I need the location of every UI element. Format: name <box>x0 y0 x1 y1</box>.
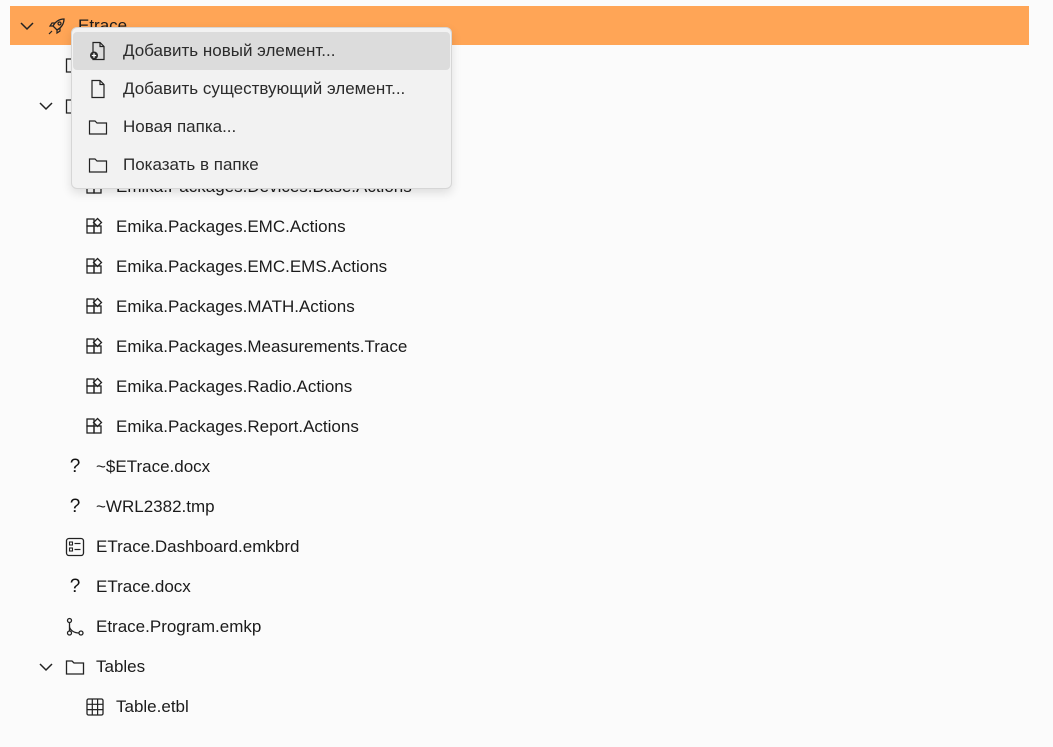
file-label: ~$ETrace.docx <box>96 457 211 476</box>
file-label: ETrace.docx <box>96 577 191 596</box>
package-icon <box>84 416 106 438</box>
unknown-file-icon: ? <box>69 576 81 597</box>
menu-item-show-in-folder[interactable]: Показать в папке <box>73 146 450 184</box>
file-icon <box>87 78 109 100</box>
package-row[interactable]: Emika.Packages.Radio.Actions <box>0 367 1053 407</box>
file-row[interactable]: Etrace.Program.emkp <box>0 607 1053 647</box>
package-icon <box>84 216 106 238</box>
package-icon <box>84 296 106 318</box>
table-file-row[interactable]: Table.etbl <box>0 687 1053 727</box>
menu-item-label: Показать в папке <box>123 155 259 174</box>
package-row[interactable]: Emika.Packages.EMC.EMS.Actions <box>0 247 1053 287</box>
add-file-icon <box>87 40 109 62</box>
table-icon <box>84 696 106 718</box>
menu-item-add-new[interactable]: Добавить новый элемент... <box>73 32 450 70</box>
folder-icon <box>87 116 109 138</box>
package-icon <box>84 376 106 398</box>
package-row[interactable]: Emika.Packages.EMC.Actions <box>0 207 1053 247</box>
file-row[interactable]: ? ~WRL2382.tmp <box>0 487 1053 527</box>
dashboard-icon <box>64 536 86 558</box>
rocket-icon <box>46 15 68 37</box>
chevron-down-icon[interactable] <box>35 656 57 678</box>
chevron-down-icon[interactable] <box>16 15 38 37</box>
package-icon <box>84 256 106 278</box>
menu-item-label: Добавить новый элемент... <box>123 41 336 60</box>
package-label: Emika.Packages.EMC.EMS.Actions <box>116 257 388 276</box>
tables-folder-row[interactable]: Tables <box>0 647 1053 687</box>
package-label: Emika.Packages.Radio.Actions <box>116 377 353 396</box>
package-label: Emika.Packages.MATH.Actions <box>116 297 355 316</box>
file-label: ETrace.Dashboard.emkbrd <box>96 537 300 556</box>
package-row[interactable]: Emika.Packages.Report.Actions <box>0 407 1053 447</box>
chevron-down-icon[interactable] <box>35 95 57 117</box>
file-label: ~WRL2382.tmp <box>96 497 215 516</box>
unknown-file-icon: ? <box>69 496 81 517</box>
package-label: Emika.Packages.Report.Actions <box>116 417 359 436</box>
program-flow-icon <box>64 616 86 638</box>
package-row[interactable]: Emika.Packages.MATH.Actions <box>0 287 1053 327</box>
package-label: Emika.Packages.EMC.Actions <box>116 217 346 236</box>
file-label: Etrace.Program.emkp <box>96 617 262 636</box>
folder-icon <box>64 656 86 678</box>
tables-folder-label: Tables <box>96 657 146 676</box>
menu-item-new-folder[interactable]: Новая папка... <box>73 108 450 146</box>
package-label: Emika.Packages.Measurements.Trace <box>116 337 408 356</box>
file-row[interactable]: ? ETrace.docx <box>0 567 1053 607</box>
context-menu: Добавить новый элемент... Добавить сущес… <box>71 27 452 189</box>
menu-item-label: Добавить существующий элемент... <box>123 79 406 98</box>
unknown-file-icon: ? <box>69 456 81 477</box>
table-file-label: Table.etbl <box>116 697 189 716</box>
package-row[interactable]: Emika.Packages.Measurements.Trace <box>0 327 1053 367</box>
file-row[interactable]: ETrace.Dashboard.emkbrd <box>0 527 1053 567</box>
file-row[interactable]: ? ~$ETrace.docx <box>0 447 1053 487</box>
menu-item-label: Новая папка... <box>123 117 237 136</box>
folder-icon <box>87 154 109 176</box>
package-icon <box>84 336 106 358</box>
menu-item-add-existing[interactable]: Добавить существующий элемент... <box>73 70 450 108</box>
